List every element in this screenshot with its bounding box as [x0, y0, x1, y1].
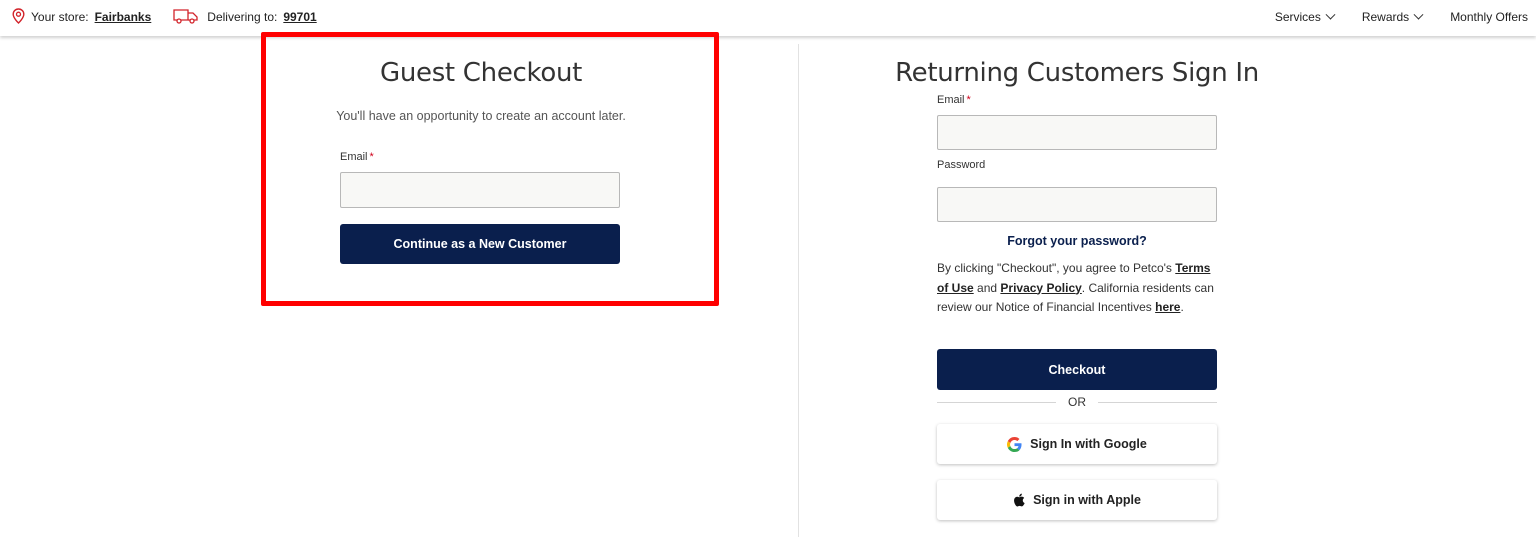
continue-new-customer-button[interactable]: Continue as a New Customer — [340, 224, 620, 264]
store-label: Your store: — [31, 10, 89, 24]
legal-text: By clicking "Checkout", you agree to Pet… — [937, 259, 1217, 318]
checkout-button[interactable]: Checkout — [937, 349, 1217, 390]
google-sign-in-button[interactable]: Sign In with Google — [937, 424, 1217, 464]
chevron-down-icon — [1325, 9, 1336, 20]
nav-services[interactable]: Services — [1274, 9, 1336, 24]
or-line-right — [1098, 401, 1217, 403]
legal-and: and — [977, 280, 998, 295]
store-delivery-info: Your store: Fairbanks Delivering to: 997… — [12, 0, 317, 34]
guest-email-label: Email * — [340, 151, 374, 163]
truck-icon — [173, 8, 199, 27]
required-mark: * — [369, 151, 374, 163]
privacy-policy-link[interactable]: Privacy Policy — [1000, 281, 1081, 295]
guest-email-input[interactable] — [340, 172, 620, 208]
or-line-left — [937, 401, 1056, 403]
delivery-selector: Delivering to: 99701 — [173, 8, 317, 27]
legal-end: . — [1180, 300, 1184, 314]
nav-rewards[interactable]: Rewards — [1361, 9, 1424, 24]
google-icon — [1007, 436, 1022, 452]
location-pin-icon — [12, 7, 25, 27]
top-bar: Your store: Fairbanks Delivering to: 997… — [0, 0, 1536, 36]
google-sign-in-label: Sign In with Google — [1030, 437, 1147, 451]
store-selector: Your store: Fairbanks — [12, 7, 152, 27]
password-input[interactable] — [937, 187, 1217, 222]
apple-icon — [1013, 493, 1025, 507]
deliver-label: Delivering to: — [207, 10, 278, 24]
guest-email-label-text: Email — [340, 151, 368, 163]
zip-link[interactable]: 99701 — [283, 10, 316, 24]
apple-sign-in-label: Sign in with Apple — [1033, 493, 1141, 507]
returning-sign-in-title: Returning Customers Sign In — [895, 58, 1259, 88]
required-mark: * — [966, 94, 971, 106]
nav-rewards-label: Rewards — [1361, 10, 1410, 24]
financial-incentives-link[interactable]: here — [1155, 300, 1180, 314]
returning-email-label-text: Email — [937, 94, 965, 106]
guest-checkout-subtitle: You'll have an opportunity to create an … — [336, 109, 626, 123]
returning-email-input[interactable] — [937, 115, 1217, 150]
or-divider: OR — [937, 395, 1217, 409]
nav-monthly-offers[interactable]: Monthly Offers — [1450, 10, 1528, 24]
legal-text-1: By clicking "Checkout", you agree to Pet… — [937, 261, 1172, 275]
returning-email-label: Email * — [937, 94, 971, 106]
nav-monthly-offers-label: Monthly Offers — [1450, 10, 1528, 24]
top-nav: Services Rewards Monthly Offers — [1247, 0, 1528, 34]
column-divider — [798, 44, 799, 537]
apple-sign-in-button[interactable]: Sign in with Apple — [937, 480, 1217, 520]
chevron-down-icon — [1413, 9, 1424, 20]
forgot-password-link[interactable]: Forgot your password? — [937, 234, 1217, 248]
or-label: OR — [1068, 395, 1086, 409]
store-link[interactable]: Fairbanks — [95, 10, 152, 24]
guest-checkout-title: Guest Checkout — [379, 58, 583, 88]
password-label: Password — [937, 159, 986, 171]
nav-services-label: Services — [1274, 10, 1321, 24]
